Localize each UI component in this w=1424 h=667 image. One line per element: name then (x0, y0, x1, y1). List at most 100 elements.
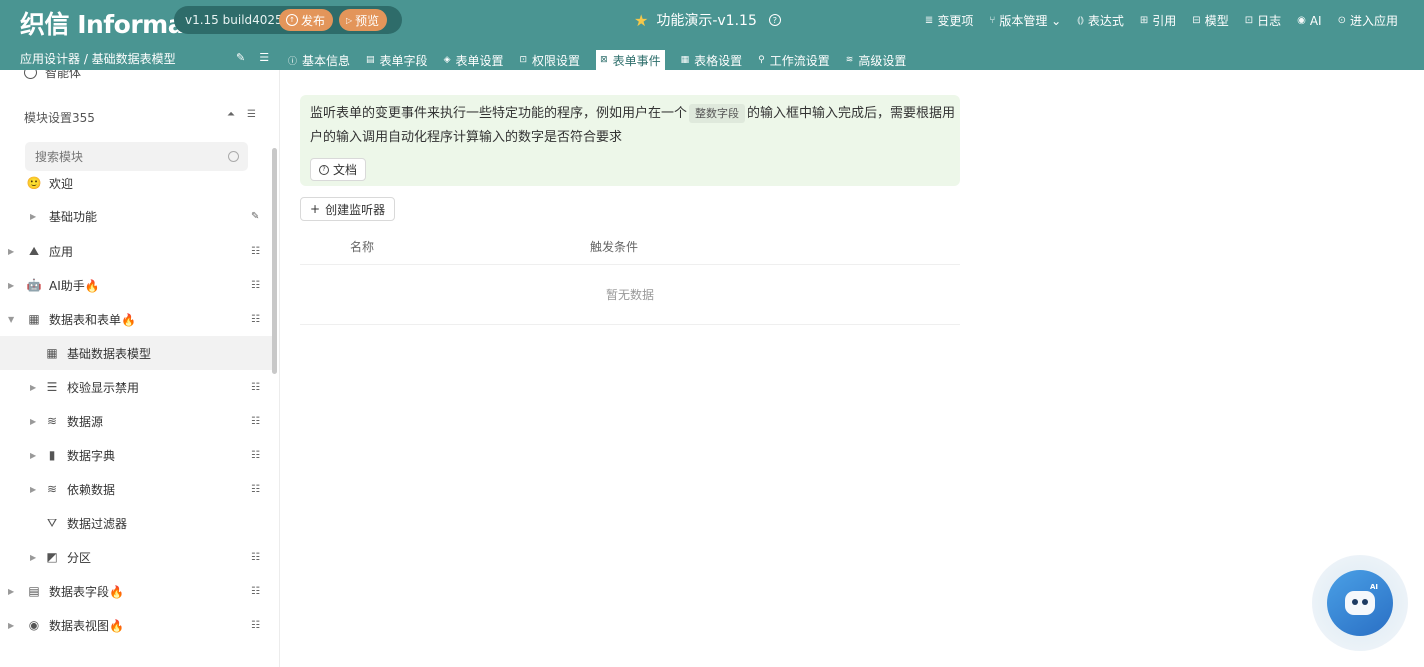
settings-list-icon[interactable]: ☷ (251, 246, 260, 257)
create-listener-button[interactable]: + 创建监听器 (300, 197, 396, 221)
docs-button[interactable]: ? 文档 (310, 158, 367, 181)
tree-item[interactable]: ▶ 基础功能 ✎ (0, 199, 272, 233)
caret-right-icon[interactable]: ▶ (30, 553, 36, 562)
list-icon[interactable]: ☰ (259, 51, 269, 64)
table-header: 名称 触发条件 (300, 228, 960, 265)
nav-icon: ⊡ (1244, 15, 1254, 26)
tree-item[interactable]: ▶ ▤ 数据表字段🔥 ☷ (0, 574, 272, 608)
edit-icon[interactable]: ✎ (251, 211, 259, 222)
settings-list-icon[interactable]: ☷ (251, 484, 260, 495)
caret-down-icon[interactable]: ▼ (8, 315, 14, 324)
nav-icon: ⊟ (1192, 15, 1201, 26)
star-icon: ★ (634, 10, 649, 30)
tree-item[interactable]: ▦ 基础数据表模型 (0, 336, 272, 370)
tree-item[interactable]: ▶ ≋ 数据源 ☷ (0, 404, 272, 438)
ai-assistant-button[interactable]: AI (1312, 555, 1408, 651)
tab-3[interactable]: ⊡ 权限设置 (520, 50, 581, 70)
tree-item-label: 欢迎 (49, 176, 74, 191)
tree-item[interactable]: ▶ ◩ 分区 ☷ (0, 540, 272, 574)
help-icon[interactable]: ? (768, 14, 781, 26)
tree-item-label: 数据表视图🔥 (49, 618, 124, 633)
top-nav-item[interactable]: ⑂ 版本管理 ⌄ (989, 12, 1061, 29)
top-nav-item[interactable]: ◉ AI (1297, 12, 1321, 29)
tree-item-label: 分区 (67, 550, 92, 565)
tree-item[interactable]: ▶ ◉ 数据表视图🔥 ☷ (0, 608, 272, 642)
settings-list-icon[interactable]: ☷ (251, 586, 260, 597)
tree-item[interactable]: ▶ 🤖 AI助手🔥 ☷ (0, 268, 272, 302)
module-icon: ▦ (28, 312, 40, 326)
tab-icon: ≋ (845, 55, 854, 65)
tab-4[interactable]: ⊠ 表单事件 (596, 50, 665, 70)
tab-0[interactable]: ⓘ 基本信息 (288, 50, 350, 70)
app-title-text: 功能演示-v1.15 (656, 13, 757, 29)
module-icon: ≋ (46, 414, 58, 428)
module-settings-header: 模块设置355 (24, 111, 95, 125)
tab-5[interactable]: ▦ 表格设置 (681, 50, 743, 70)
settings-list-icon[interactable]: ☷ (251, 382, 260, 393)
module-icon: ▤ (28, 584, 40, 598)
toolbar-icons: ✎ ☰ (236, 51, 269, 64)
settings-list-icon[interactable]: ☷ (251, 416, 260, 427)
publish-button[interactable]: ↑ 发布 (279, 9, 334, 31)
settings-list-icon[interactable]: ☷ (251, 552, 260, 563)
tree-item[interactable]: ▶ ☰ 校验显示禁用 ☷ (0, 370, 272, 404)
caret-right-icon[interactable]: ▶ (30, 417, 36, 426)
event-description-panel: 监听表单的变更事件来执行一些特定功能的程序，例如用户在一个 整数字段 的输入框中输入… (300, 95, 960, 186)
top-nav-item[interactable]: ⊙ 进入应用 (1338, 12, 1398, 29)
sort-icon[interactable]: ☰ (247, 109, 256, 120)
tree-item[interactable]: ▶ ≋ 依赖数据 ☷ (0, 472, 272, 506)
caret-right-icon[interactable]: ▶ (30, 212, 36, 221)
tab-icon: ⊠ (600, 55, 608, 65)
tree-item-label: 数据表和表单🔥 (49, 312, 136, 327)
settings-list-icon[interactable]: ☷ (251, 620, 260, 631)
module-icon: ≋ (46, 482, 58, 496)
tab-icon: ⊡ (519, 55, 528, 65)
tab-7[interactable]: ≋ 高级设置 (846, 50, 907, 70)
top-nav-item[interactable]: ≣ 变更项 (925, 12, 973, 29)
note-icon[interactable]: ✎ (236, 51, 245, 64)
caret-right-icon[interactable]: ▶ (8, 247, 14, 256)
tree-item-label: AI助手🔥 (49, 278, 100, 293)
tab-label: 高级设置 (858, 53, 907, 68)
tab-2[interactable]: ◈ 表单设置 (444, 50, 504, 70)
tree-item[interactable]: ⛛ 数据过滤器 (0, 506, 272, 540)
settings-list-icon[interactable]: ☷ (251, 280, 260, 291)
nav-icon: ≣ (924, 15, 934, 26)
tree-item[interactable]: ▶ ⛰ 应用 ☷ (0, 234, 272, 268)
settings-list-icon[interactable]: ☷ (251, 314, 260, 325)
tab-6[interactable]: ⚲ 工作流设置 (758, 50, 830, 70)
caret-right-icon[interactable]: ▶ (8, 621, 14, 630)
sidebar: 智能体 模块设置355 ⏶ ☰ 🙂 欢迎 ▶ 基础功能 ✎ ▶ ⛰ 应用 ☷ ▶ 🤖 AI助手🔥 ☷ ▼ ▦… (0, 70, 280, 667)
event-description: 监听表单的变更事件来执行一些特定功能的程序，例如用户在一个 整数字段 的输入框中输入… (310, 102, 958, 150)
tab-icon: ▦ (680, 55, 690, 65)
caret-right-icon[interactable]: ▶ (8, 587, 14, 596)
tree-item-label: 校验显示禁用 (67, 380, 140, 395)
collapse-icon[interactable]: ⏶ (227, 109, 235, 120)
sidebar-scrollbar[interactable] (272, 148, 277, 374)
top-nav-item[interactable]: ⊞ 引用 (1140, 12, 1176, 29)
agent-icon (24, 70, 37, 79)
settings-list-icon[interactable]: ☷ (251, 450, 260, 461)
caret-right-icon[interactable]: ▶ (30, 451, 36, 460)
top-nav-item[interactable]: ⦅⦆ 表达式 (1077, 12, 1124, 29)
tree-item[interactable]: 🙂 欢迎 (0, 166, 272, 200)
ai-badge-icon: AI (1370, 583, 1379, 591)
nav-icon: ◉ (1297, 15, 1306, 26)
tab-icon: ◈ (443, 55, 451, 65)
caret-right-icon[interactable]: ▶ (8, 281, 14, 290)
create-listener-label: 创建监听器 (325, 202, 386, 217)
caret-right-icon[interactable]: ▶ (30, 485, 36, 494)
sidebar-item-agent[interactable]: 智能体 (24, 70, 81, 81)
help-icon: ? (319, 164, 329, 175)
form-tabs: ⓘ 基本信息 ▤ 表单字段 ◈ 表单设置 ⊡ 权限设置 ⊠ 表单事件 ▦ 表格设置 ⚲ 工作流设置 ≋ 高级设… (288, 50, 906, 70)
docs-label: 文档 (333, 163, 358, 177)
tree-item[interactable]: ▼ ▦ 数据表和表单🔥 ☷ (0, 302, 272, 336)
top-nav-item[interactable]: ⊡ 日志 (1245, 12, 1281, 29)
tree-item[interactable]: ▶ ▮ 数据字典 ☷ (0, 438, 272, 472)
search-icon (228, 151, 239, 162)
tab-1[interactable]: ▤ 表单字段 (366, 50, 428, 70)
caret-right-icon[interactable]: ▶ (30, 383, 36, 392)
preview-button[interactable]: ▷ 预览 (339, 9, 388, 31)
nav-icon: ⑂ (989, 15, 996, 26)
top-nav-item[interactable]: ⊟ 模型 (1192, 12, 1228, 29)
